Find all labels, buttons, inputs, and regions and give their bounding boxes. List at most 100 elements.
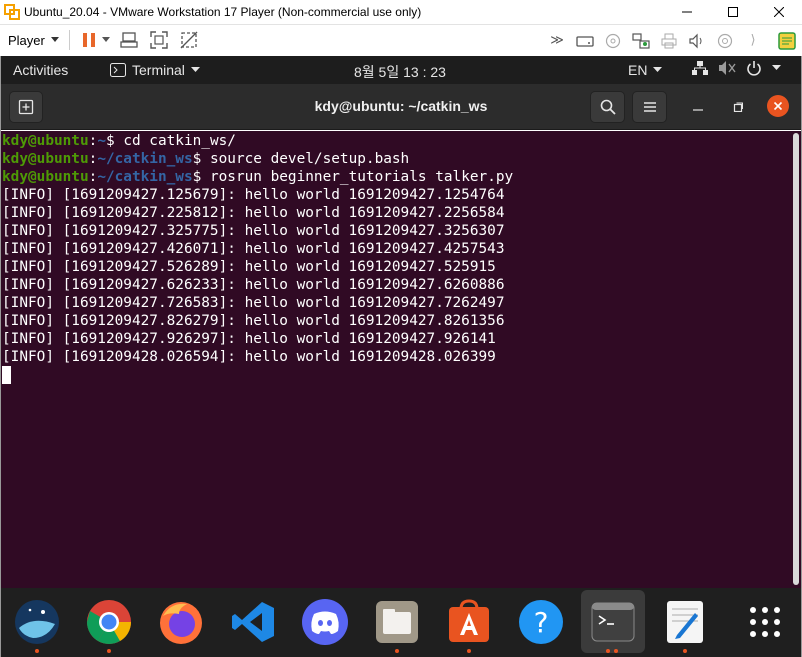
message-log-icon[interactable] (776, 30, 798, 52)
forward-arrows-icon[interactable]: ≫ (546, 30, 568, 52)
dock-item-text-editor[interactable] (659, 596, 711, 648)
prompt-sep: : (88, 151, 98, 167)
vscode-icon (232, 602, 274, 642)
cursor-line (2, 366, 802, 384)
chevron-down-icon (653, 67, 663, 72)
command-text: cd catkin_ws/ (123, 133, 236, 149)
dock: ? (0, 588, 802, 657)
log-line: [INFO] [1691209428.026594]: hello world … (2, 349, 496, 365)
vmware-toolbar: Player ≫ ⟩ (0, 24, 802, 55)
software-center-icon (449, 599, 489, 642)
sound-card-icon[interactable] (686, 30, 708, 52)
command-text: source devel/setup.bash (209, 151, 410, 167)
dock-item-firefox[interactable] (155, 596, 207, 648)
system-status-menu[interactable] (692, 60, 781, 76)
dock-item-files[interactable] (371, 596, 423, 648)
minimize-icon (693, 109, 703, 111)
dock-item-software[interactable] (443, 596, 495, 648)
prompt-path: ~ (97, 133, 106, 149)
log-line: [INFO] [1691209427.526289]: hello world … (2, 259, 496, 275)
fullscreen-icon[interactable] (148, 29, 170, 51)
gnome-top-panel: Activities Terminal 8월 5일 13 : 23 EN (0, 56, 802, 84)
app-menu[interactable]: Terminal (110, 62, 200, 78)
terminal-window-title: kdy@ubuntu: ~/catkin_ws (314, 98, 488, 114)
prompt-line: kdy@ubuntu:~/catkin_ws$ rosrun beginner_… (2, 168, 802, 186)
prompt-symbol: $ (192, 169, 210, 185)
dock-item-discord[interactable] (299, 596, 351, 648)
running-indicator (35, 649, 39, 653)
vmware-close-button[interactable] (756, 0, 802, 24)
input-lang-label: EN (628, 62, 648, 78)
log-line: [INFO] [1691209427.626233]: hello world … (2, 277, 505, 293)
minimize-button[interactable] (684, 91, 712, 123)
network-adapter-icon[interactable] (630, 30, 652, 52)
log-line: [INFO] [1691209427.225812]: hello world … (2, 205, 505, 221)
input-source-menu[interactable]: EN (628, 62, 663, 78)
hard-disk-icon[interactable] (574, 30, 596, 52)
usb-icon[interactable]: ⟩ (742, 30, 764, 52)
close-icon (773, 101, 783, 111)
text-cursor (2, 366, 11, 384)
discord-icon (302, 599, 348, 645)
pause-icon[interactable] (78, 29, 100, 51)
clock[interactable]: 8월 5일 13 : 23 (354, 62, 446, 82)
prompt-path: ~/catkin_ws (97, 151, 193, 167)
running-indicator (107, 649, 111, 653)
cd-drive-icon[interactable] (602, 30, 624, 52)
files-icon (376, 601, 418, 643)
player-menu-label: Player (8, 32, 45, 48)
help-icon: ? (519, 600, 563, 644)
power-icon (747, 61, 761, 76)
chevron-down-icon (50, 37, 59, 42)
prompt-sep: : (88, 169, 98, 185)
prompt-line: kdy@ubuntu:~/catkin_ws$ source devel/set… (2, 150, 802, 168)
vmware-minimize-button[interactable] (664, 0, 710, 24)
chevron-down-icon (190, 67, 200, 72)
hamburger-menu-button[interactable] (632, 91, 667, 123)
unity-mode-icon[interactable] (178, 29, 200, 51)
vmware-logo-icon (4, 4, 20, 20)
printer-icon[interactable] (658, 30, 680, 52)
camera-icon[interactable] (714, 30, 736, 52)
running-indicator (614, 649, 618, 653)
restore-icon (733, 102, 743, 112)
volume-muted-icon (719, 61, 736, 75)
running-indicator (395, 649, 399, 653)
send-ctrl-alt-del-icon[interactable] (118, 29, 140, 51)
search-button[interactable] (590, 91, 625, 123)
close-button[interactable] (767, 95, 789, 117)
show-applications-button[interactable] (739, 596, 791, 648)
running-indicator (467, 649, 471, 653)
player-menu[interactable]: Player (8, 33, 59, 48)
hamburger-icon (643, 102, 656, 112)
terminal-scrollbar[interactable] (793, 133, 799, 585)
prompt-user: kdy@ubuntu (2, 151, 89, 167)
window-border-left (0, 56, 1, 657)
chrome-icon (87, 600, 131, 644)
text-editor-icon (667, 601, 703, 643)
search-icon (600, 99, 616, 115)
vmware-maximize-button[interactable] (710, 0, 756, 24)
prompt-path: ~/catkin_ws (97, 169, 193, 185)
dock-item-shotwell[interactable] (11, 596, 63, 648)
vmware-window-title: Ubuntu_20.04 - VMware Workstation 17 Pla… (24, 5, 422, 19)
running-indicator (606, 649, 610, 653)
log-line: [INFO] [1691209427.325775]: hello world … (2, 223, 505, 239)
dock-item-chrome[interactable] (83, 596, 135, 648)
vmware-titlebar: Ubuntu_20.04 - VMware Workstation 17 Pla… (0, 0, 802, 24)
running-indicator (683, 649, 687, 653)
dock-item-help[interactable]: ? (515, 596, 567, 648)
activities-button[interactable]: Activities (13, 62, 68, 78)
log-line: [INFO] [1691209427.926297]: hello world … (2, 331, 496, 347)
pause-dropdown-icon[interactable] (100, 29, 112, 51)
maximize-button[interactable] (724, 91, 752, 123)
dock-item-terminal[interactable] (581, 590, 645, 653)
prompt-user: kdy@ubuntu (2, 169, 89, 185)
prompt-user: kdy@ubuntu (2, 133, 89, 149)
terminal-output[interactable]: kdy@ubuntu:~$ cd catkin_ws/ kdy@ubuntu:~… (0, 131, 802, 588)
log-line: [INFO] [1691209427.726583]: hello world … (2, 295, 505, 311)
svg-text:?: ? (534, 606, 549, 639)
prompt-symbol: $ (105, 133, 124, 149)
log-line: [INFO] [1691209427.426071]: hello world … (2, 241, 505, 257)
dock-item-vscode[interactable] (227, 596, 279, 648)
